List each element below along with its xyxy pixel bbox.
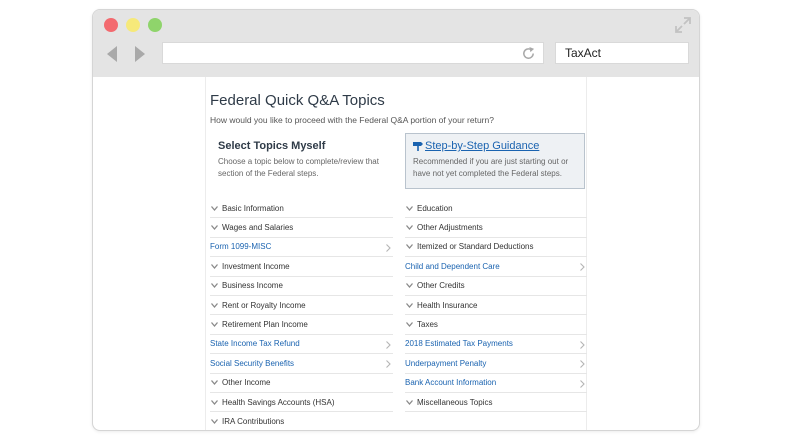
reload-icon[interactable] (521, 46, 536, 61)
chevron-down-icon (211, 283, 218, 289)
step-by-step-label: Step-by-Step Guidance (425, 140, 540, 152)
maximize-window-button[interactable] (148, 18, 162, 32)
topic-row[interactable]: Health Insurance (405, 296, 587, 316)
chevron-down-icon (211, 225, 218, 231)
topic-row[interactable]: Business Income (210, 277, 393, 296)
chevron-down-icon (211, 380, 218, 386)
chevron-right-icon (580, 340, 585, 349)
topic-row[interactable]: Form 1099-MISC (210, 238, 393, 258)
search-field[interactable]: TaxAct (555, 42, 689, 64)
topic-row[interactable]: Investment Income (210, 257, 393, 277)
chevron-down-icon (406, 225, 413, 231)
qa-topics-panel: Federal Quick Q&A Topics How would you l… (205, 77, 587, 430)
chevron-down-icon (406, 283, 413, 289)
chevron-down-icon (406, 205, 413, 211)
topic-row[interactable]: Other Credits (405, 277, 587, 296)
guidance-desc-line1: Recommended if you are just starting out… (413, 157, 569, 166)
topic-label: Itemized or Standard Deductions (417, 242, 534, 252)
topic-label: 2018 Estimated Tax Payments (405, 339, 513, 349)
chevron-down-icon (406, 322, 413, 328)
topic-label: Bank Account Information (405, 378, 497, 388)
step-by-step-link[interactable]: Step-by-Step Guidance (413, 140, 577, 152)
topic-label: Miscellaneous Topics (417, 397, 493, 407)
topic-label: Basic Information (222, 203, 284, 213)
chevron-down-icon (211, 419, 218, 424)
page-subtitle: How would you like to proceed with the F… (210, 115, 494, 125)
topic-label: Underpayment Penalty (405, 358, 487, 368)
chevron-down-icon (406, 244, 413, 250)
chevron-down-icon (211, 302, 218, 308)
topic-label: Other Adjustments (417, 223, 483, 233)
signpost-icon (413, 142, 423, 151)
guidance-desc-line2: have not yet completed the Federal steps… (413, 169, 562, 178)
topic-label: Social Security Benefits (210, 358, 295, 368)
topic-row[interactable]: Itemized or Standard Deductions (405, 238, 587, 258)
chevron-down-icon (211, 263, 218, 269)
forward-arrow-icon[interactable] (133, 45, 147, 63)
topics-column-right: Education Other Adjustments Itemized or St… (405, 199, 587, 413)
topic-row[interactable]: Basic Information (210, 199, 393, 219)
topic-row[interactable]: Taxes (405, 315, 587, 335)
minimize-window-button[interactable] (126, 18, 140, 32)
chevron-down-icon (406, 302, 413, 308)
topic-label: Business Income (222, 281, 283, 291)
topics-column-left: Basic Information Wages and Salaries Form … (210, 199, 393, 430)
topic-row[interactable]: 2018 Estimated Tax Payments (405, 335, 587, 355)
topic-row[interactable]: Child and Dependent Care (405, 257, 587, 277)
topic-label: Taxes (417, 320, 438, 330)
chevron-down-icon (406, 399, 413, 405)
topic-row[interactable]: Rent or Royalty Income (210, 296, 393, 316)
browser-window: TaxAct Federal Quick Q&A Topics How woul… (92, 9, 700, 431)
topic-label: State Income Tax Refund (210, 339, 300, 349)
topic-label: Investment Income (222, 261, 290, 271)
chevron-right-icon (386, 360, 391, 369)
topic-row[interactable]: Other Adjustments (405, 218, 587, 238)
select-topics-myself-option[interactable]: Select Topics Myself Choose a topic belo… (218, 140, 388, 180)
topic-row[interactable]: State Income Tax Refund (210, 335, 393, 355)
topic-label: Other Credits (417, 281, 465, 291)
chevron-right-icon (580, 263, 585, 272)
address-bar[interactable] (162, 42, 544, 64)
close-window-button[interactable] (104, 18, 118, 32)
topic-row[interactable]: Underpayment Penalty (405, 354, 587, 374)
select-topics-desc-line1: Choose a topic below to complete/review … (218, 157, 379, 166)
chevron-right-icon (386, 243, 391, 252)
topic-row[interactable]: Other Income (210, 374, 393, 393)
chevron-right-icon (386, 340, 391, 349)
chevron-right-icon (580, 379, 585, 388)
select-topics-title: Select Topics Myself (218, 140, 326, 152)
select-topics-desc-line2: section of the Federal steps. (218, 169, 319, 178)
topic-label: Rent or Royalty Income (222, 300, 306, 310)
topic-label: Education (417, 203, 453, 213)
chevron-right-icon (580, 360, 585, 369)
topic-row[interactable]: Bank Account Information (405, 374, 587, 393)
topic-label: Health Insurance (417, 300, 478, 310)
page-title: Federal Quick Q&A Topics (210, 92, 385, 109)
topic-label: IRA Contributions (222, 416, 285, 426)
topic-label: Child and Dependent Care (405, 261, 500, 271)
topic-label: Other Income (222, 378, 271, 388)
topic-label: Retirement Plan Income (222, 320, 308, 330)
back-arrow-icon[interactable] (105, 45, 119, 63)
chevron-down-icon (211, 322, 218, 328)
fullscreen-icon[interactable] (675, 17, 691, 33)
topic-row[interactable]: Education (405, 199, 587, 219)
topic-row[interactable]: Wages and Salaries (210, 218, 393, 238)
topic-label: Health Savings Accounts (HSA) (222, 397, 335, 407)
browser-toolbar: TaxAct (93, 10, 699, 77)
topic-row[interactable]: IRA Contributions (210, 412, 393, 430)
step-by-step-guidance-option[interactable]: Step-by-Step Guidance Recommended if you… (405, 133, 585, 189)
topic-row[interactable]: Health Savings Accounts (HSA) (210, 393, 393, 413)
topic-row[interactable]: Retirement Plan Income (210, 315, 393, 335)
topic-label: Wages and Salaries (222, 223, 294, 233)
topic-row[interactable]: Social Security Benefits (210, 354, 393, 374)
topic-row[interactable]: Miscellaneous Topics (405, 393, 587, 413)
topic-label: Form 1099-MISC (210, 242, 272, 252)
chevron-down-icon (211, 399, 218, 405)
chevron-down-icon (211, 205, 218, 211)
